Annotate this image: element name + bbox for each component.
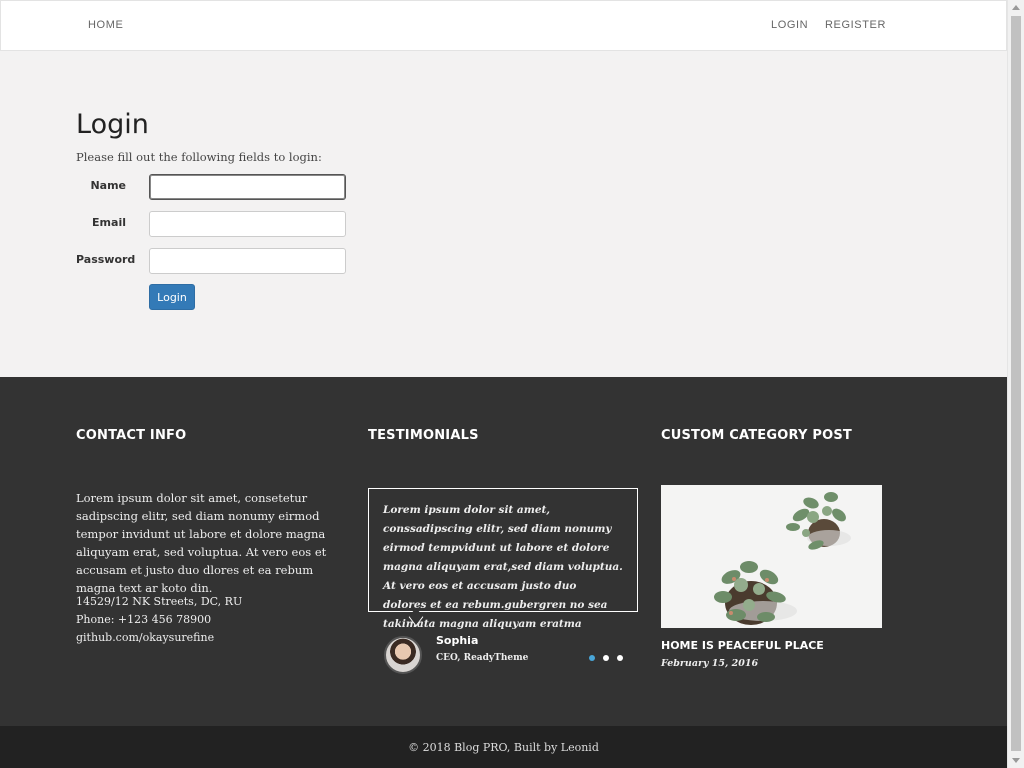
testimonial-quote-box: Lorem ipsum dolor sit amet, conssadipsci…: [368, 488, 638, 630]
testimonial-author-name: Sophia: [436, 634, 479, 647]
succulent-plant-image: [661, 485, 882, 628]
copyright-text: © 2018 Blog PRO, Built by Leonid: [408, 741, 599, 754]
scrollbar-thumb[interactable]: [1011, 16, 1021, 751]
password-field[interactable]: [149, 248, 346, 274]
password-label: Password: [76, 253, 136, 266]
custom-category-heading: CUSTOM CATEGORY POST: [661, 428, 852, 443]
testimonial-carousel-dots: [589, 646, 626, 665]
top-navbar: HOME LOGIN REGISTER: [0, 0, 1007, 51]
carousel-dot-3[interactable]: [617, 655, 624, 661]
post-thumbnail-image[interactable]: [661, 485, 882, 628]
nav-home-link[interactable]: HOME: [88, 19, 123, 31]
copyright-bar: © 2018 Blog PRO, Built by Leonid: [0, 726, 1007, 768]
carousel-dot-1[interactable]: [589, 655, 595, 661]
testimonials-heading: TESTIMONIALS: [368, 428, 479, 443]
arrow-up-icon[interactable]: [1012, 5, 1020, 10]
post-date: February 15, 2016: [661, 658, 759, 669]
contact-github-link[interactable]: github.com/okaysurefine: [76, 631, 214, 644]
avatar: [384, 636, 422, 674]
nav-register-link[interactable]: REGISTER: [825, 19, 886, 31]
testimonial-author-role: CEO, ReadyTheme: [436, 653, 529, 663]
email-field[interactable]: [149, 211, 346, 237]
arrow-down-icon[interactable]: [1012, 758, 1020, 763]
vertical-scrollbar[interactable]: [1007, 0, 1024, 768]
contact-info-text: Lorem ipsum dolor sit amet, consetetur s…: [76, 491, 327, 595]
login-section: Login Please fill out the following fiel…: [0, 51, 1007, 377]
name-label: Name: [90, 179, 126, 192]
contact-info-heading: CONTACT INFO: [76, 428, 187, 443]
nav-login-link[interactable]: LOGIN: [771, 19, 808, 31]
footer: CONTACT INFO Lorem ipsum dolor sit amet,…: [0, 377, 1007, 726]
login-description: Please fill out the following fields to …: [76, 150, 322, 164]
page-title: Login: [76, 109, 149, 140]
name-field[interactable]: [149, 174, 346, 200]
login-button[interactable]: Login: [149, 284, 195, 310]
email-label: Email: [92, 216, 126, 229]
contact-address: 14529/12 NK Streets, DC, RU: [76, 595, 243, 608]
contact-phone: Phone: +123 456 78900: [76, 613, 212, 626]
carousel-dot-2[interactable]: [603, 655, 610, 661]
post-title-link[interactable]: HOME IS PEACEFUL PLACE: [661, 639, 824, 652]
